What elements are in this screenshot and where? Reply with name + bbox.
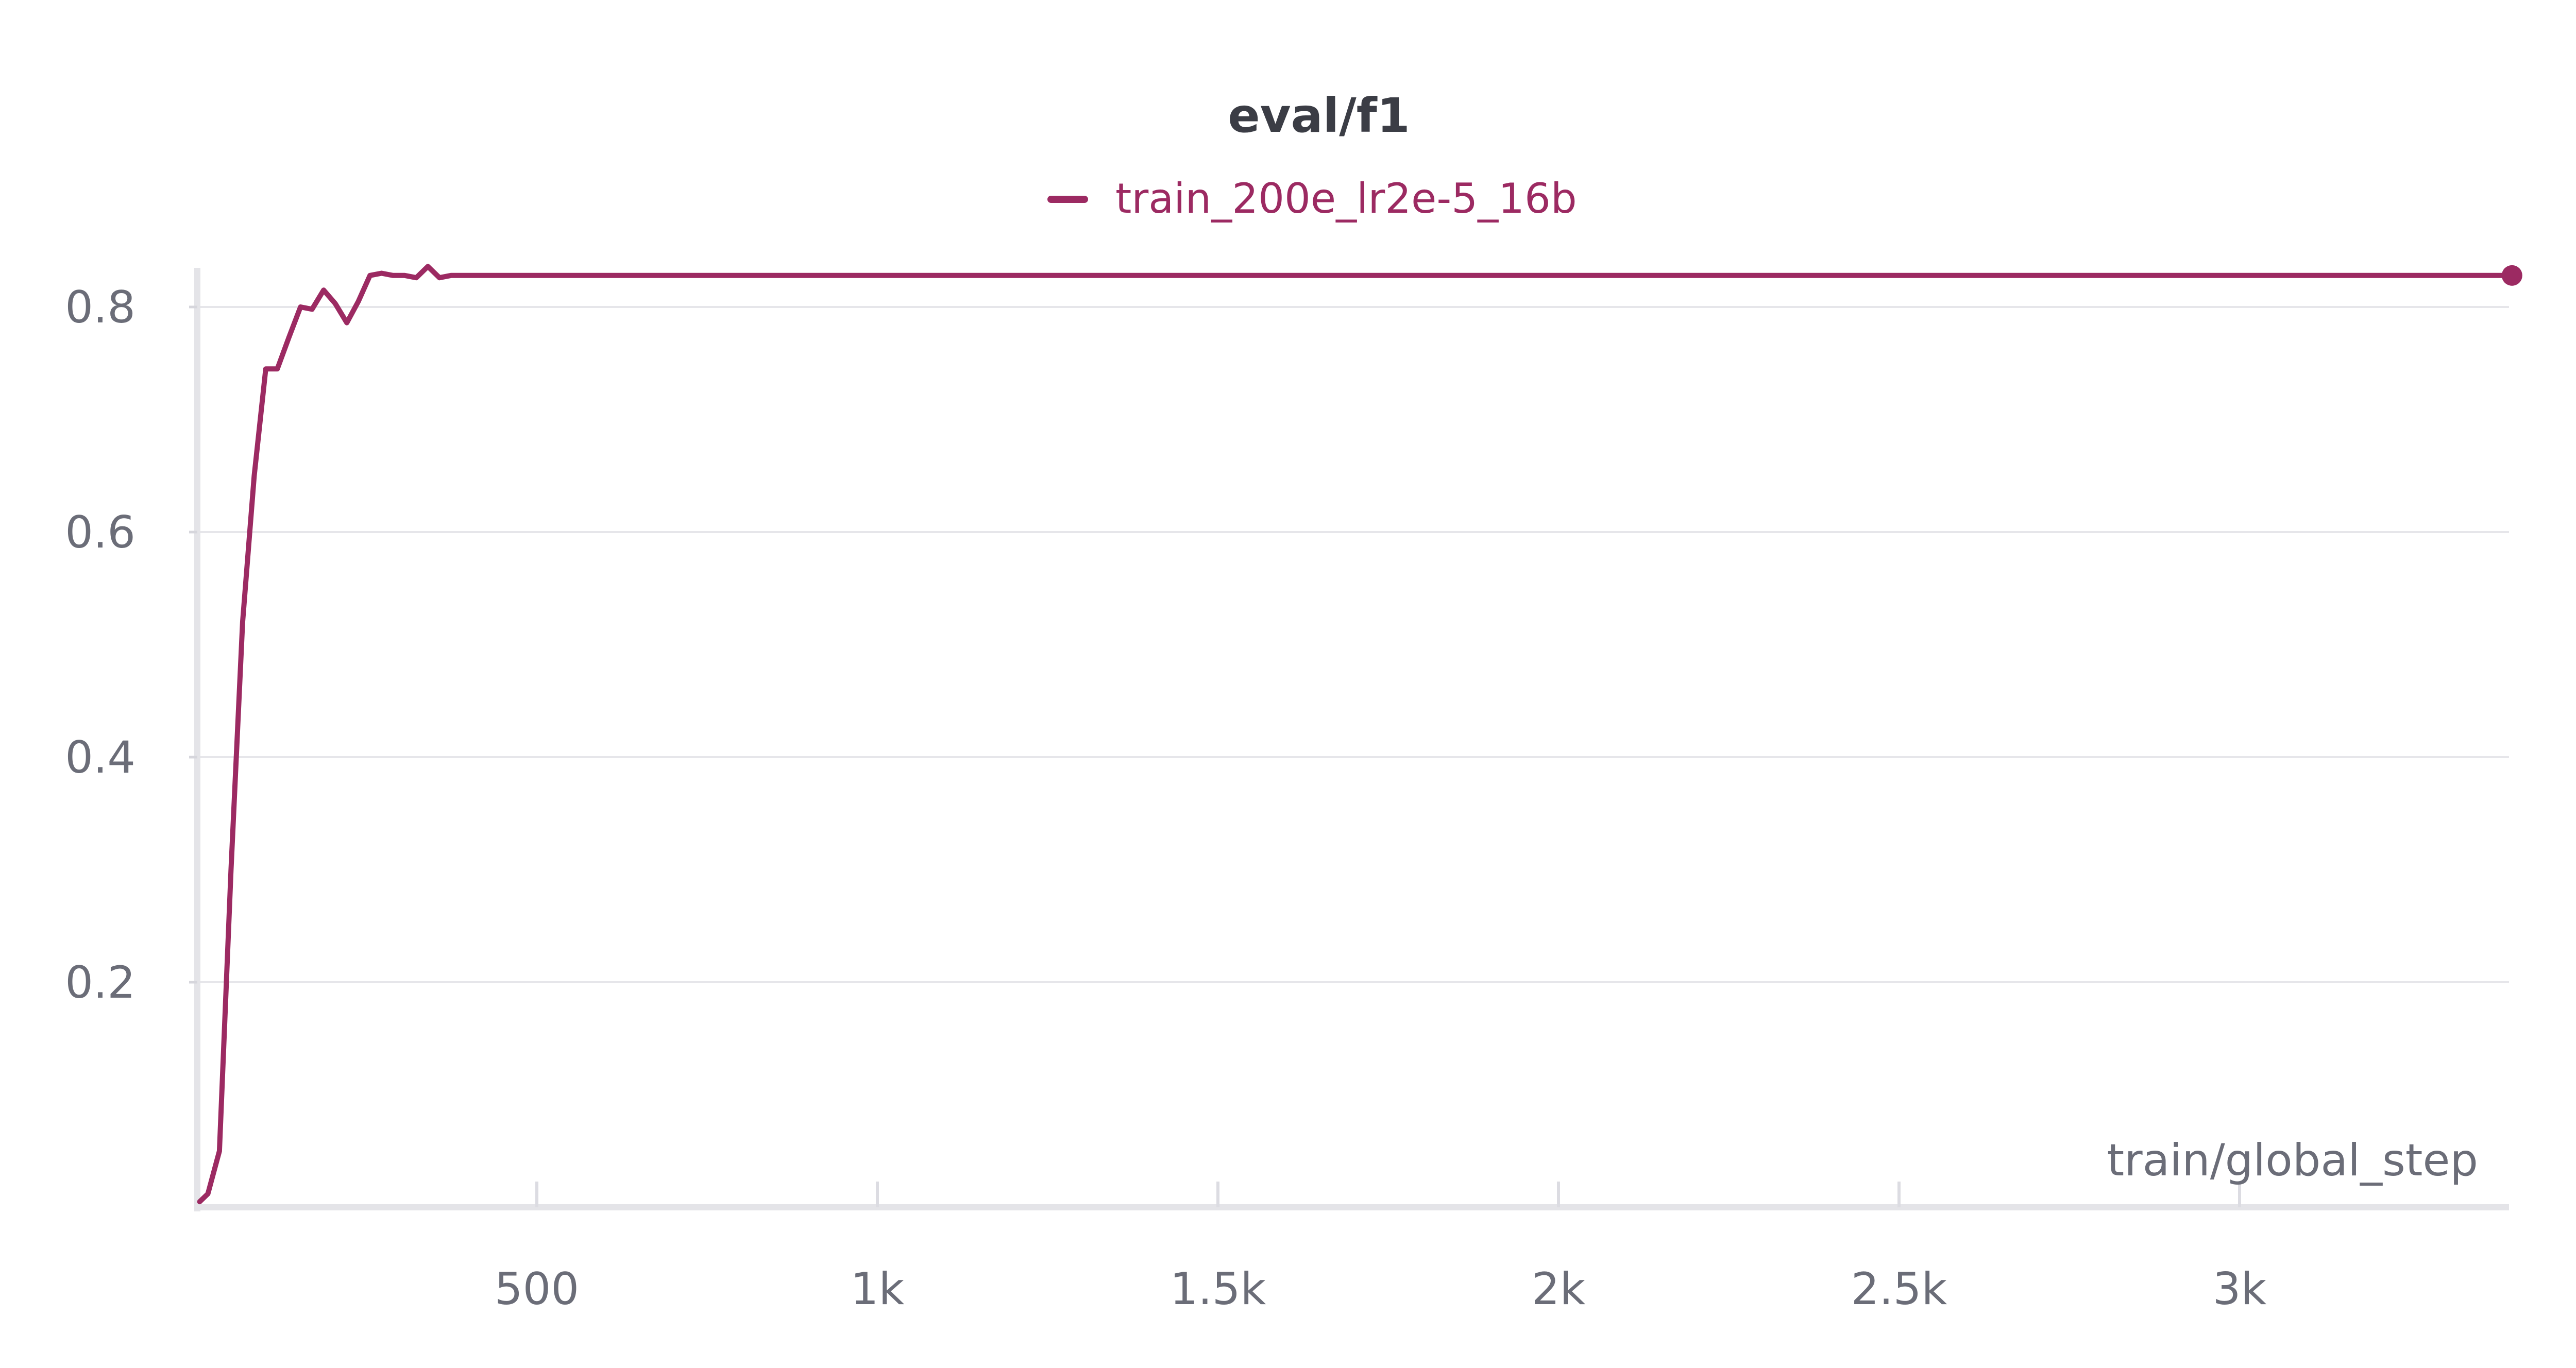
- line-chart: 0.2 0.4 0.6 0.8 500 1k 1.5k 2k 2.5k 3k eval/f1 tr…: [65, 88, 2522, 1315]
- series-lines: [197, 264, 2522, 1205]
- x-tick-label-1: 1k: [851, 1263, 905, 1315]
- chart-title: eval/f1: [1228, 88, 1410, 143]
- y-tick-label-3: 0.8: [65, 282, 135, 333]
- axes: [194, 268, 2509, 1211]
- series-end-point-0[interactable]: [2501, 265, 2522, 286]
- x-tick-label-0: 500: [495, 1263, 579, 1315]
- legend-label: train_200e_lr2e-5_16b: [1115, 175, 1577, 223]
- x-tick-label-5: 3k: [2213, 1263, 2267, 1315]
- y-tick-label-0: 0.2: [65, 957, 135, 1008]
- x-tick-label-2: 1.5k: [1170, 1263, 1266, 1315]
- series-line-0[interactable]: [197, 264, 2515, 1205]
- legend[interactable]: train_200e_lr2e-5_16b: [1047, 175, 1577, 223]
- x-tick-label-3: 2k: [1532, 1263, 1586, 1315]
- ticks: 0.2 0.4 0.6 0.8 500 1k 1.5k 2k 2.5k 3k: [65, 282, 2266, 1315]
- grid-lines: [197, 306, 2509, 983]
- x-axis-label: train/global_step: [2107, 1135, 2478, 1186]
- y-tick-label-1: 0.4: [65, 732, 135, 783]
- x-tick-label-4: 2.5k: [1851, 1263, 1947, 1315]
- y-tick-label-2: 0.6: [65, 507, 135, 558]
